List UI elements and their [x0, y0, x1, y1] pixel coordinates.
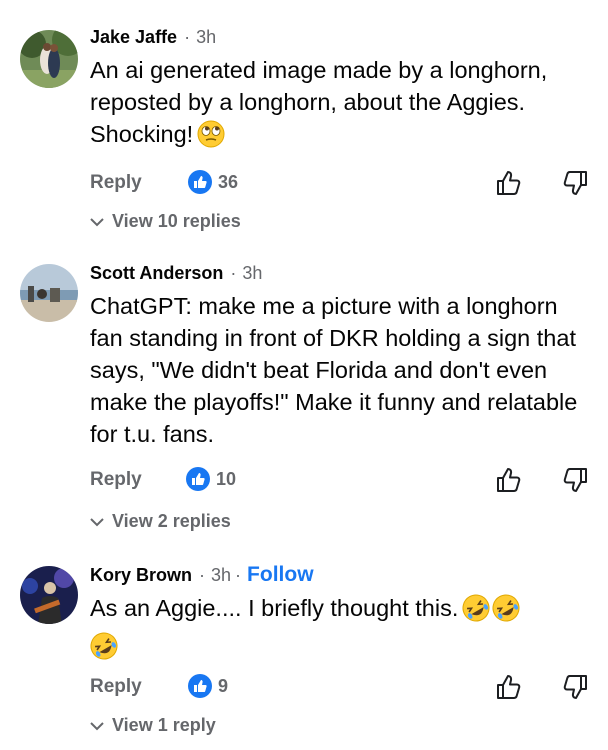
separator-dot: ·: [184, 26, 191, 47]
face-with-rolling-eyes-icon: [197, 120, 225, 156]
author-name[interactable]: Jake Jaffe: [90, 27, 177, 48]
like-count-group[interactable]: 9: [188, 674, 228, 698]
chevron-down-icon: [90, 721, 104, 730]
separator-dot: ·: [199, 564, 206, 585]
author-name[interactable]: Scott Anderson: [90, 263, 223, 284]
comment-header: Jake Jaffe · 3h: [90, 22, 216, 52]
like-count: 36: [218, 171, 239, 192]
like-count: 9: [218, 675, 229, 696]
like-badge-icon: [188, 170, 212, 194]
thumbs-down-icon[interactable]: [560, 465, 590, 500]
timestamp[interactable]: 3h: [242, 263, 262, 284]
timestamp[interactable]: 3h: [211, 565, 231, 586]
rolling-on-floor-laughing-icon: [462, 594, 490, 630]
comment-text: ChatGPT: make me a picture with a longho…: [90, 293, 578, 447]
comment-text: An ai generated image made by a longhorn…: [90, 57, 548, 147]
like-count-group[interactable]: 36: [188, 170, 238, 194]
comment-actions: Reply 9: [90, 672, 590, 702]
avatar[interactable]: [20, 264, 78, 322]
comment-actions: Reply 10: [90, 465, 590, 495]
view-replies-label: View 1 reply: [112, 715, 216, 735]
comment-actions: Reply 36: [90, 168, 590, 198]
reply-button[interactable]: Reply: [90, 465, 142, 495]
view-replies-label: View 2 replies: [112, 511, 231, 531]
rolling-on-floor-laughing-icon: [492, 594, 520, 630]
like-badge-icon: [188, 674, 212, 698]
reply-button[interactable]: Reply: [90, 168, 142, 198]
comment-header: Scott Anderson · 3h: [90, 258, 262, 288]
view-replies-link[interactable]: View 10 replies: [90, 211, 241, 232]
chevron-down-icon: [90, 217, 104, 226]
author-name[interactable]: Kory Brown: [90, 565, 192, 586]
comment-header: Kory Brown · 3h · Follow: [90, 560, 314, 590]
view-replies-label: View 10 replies: [112, 211, 241, 231]
thumbs-up-icon[interactable]: [494, 168, 524, 203]
like-count-group[interactable]: 10: [186, 467, 236, 491]
comment-text: As an Aggie.... I briefly thought this.: [90, 595, 459, 621]
timestamp[interactable]: 3h: [196, 27, 216, 48]
like-count: 10: [216, 468, 237, 489]
view-replies-link[interactable]: View 2 replies: [90, 511, 231, 532]
like-badge-icon: [186, 467, 210, 491]
comment: Scott Anderson · 3h ChatGPT: make me a p…: [0, 258, 608, 538]
avatar[interactable]: [20, 30, 78, 88]
thumbs-up-icon[interactable]: [494, 672, 524, 707]
view-replies-link[interactable]: View 1 reply: [90, 715, 216, 736]
separator-dot: ·: [230, 262, 237, 283]
thumbs-down-icon[interactable]: [560, 672, 590, 707]
rolling-on-floor-laughing-icon: [90, 632, 118, 668]
comment-body: As an Aggie.... I briefly thought this.: [90, 592, 590, 668]
avatar[interactable]: [20, 566, 78, 624]
comment-body: ChatGPT: make me a picture with a longho…: [90, 290, 590, 450]
thumbs-down-icon[interactable]: [560, 168, 590, 203]
thumbs-up-icon[interactable]: [494, 465, 524, 500]
separator-dot: ·: [235, 564, 242, 585]
comment: Jake Jaffe · 3h An ai generated image ma…: [0, 22, 608, 242]
chevron-down-icon: [90, 517, 104, 526]
comment: Kory Brown · 3h · Follow As an Aggie....…: [0, 560, 608, 750]
comment-body: An ai generated image made by a longhorn…: [90, 54, 590, 156]
follow-button[interactable]: Follow: [247, 563, 314, 587]
reply-button[interactable]: Reply: [90, 672, 142, 702]
